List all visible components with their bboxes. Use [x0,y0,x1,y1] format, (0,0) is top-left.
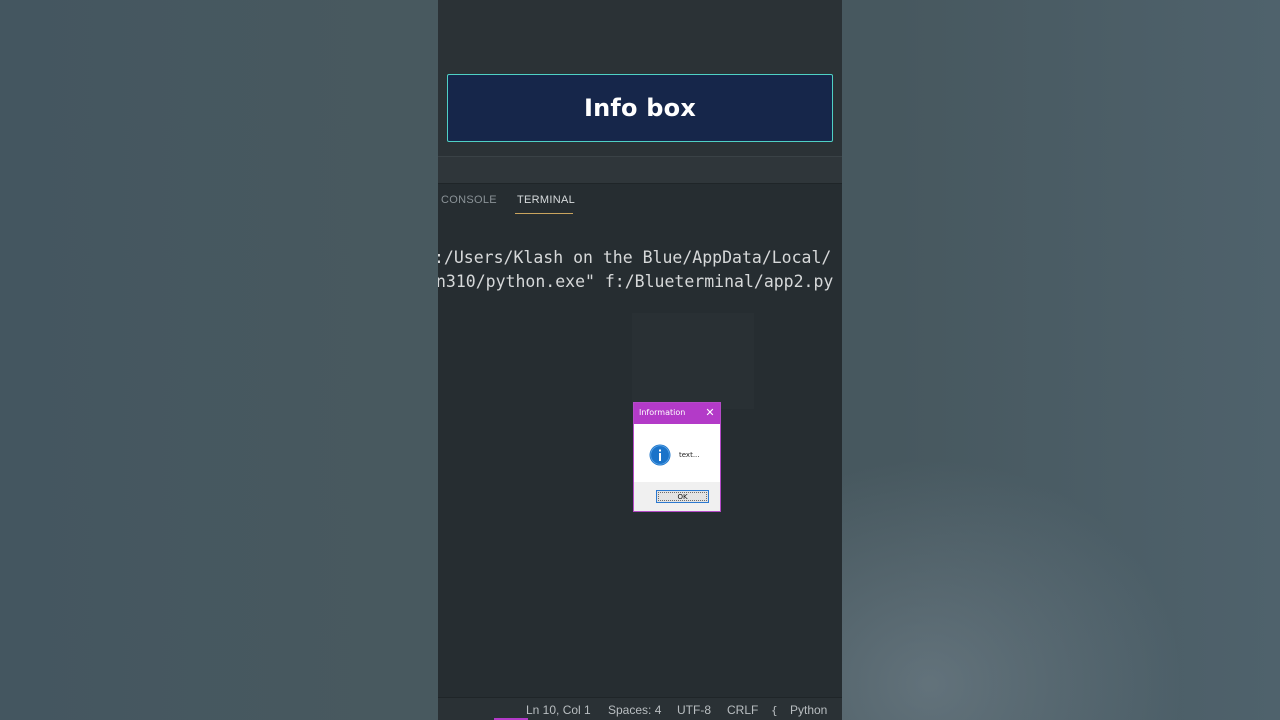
editor-window: Info box CONSOLE TERMINAL :/Users/Klash … [438,0,842,720]
info-icon [649,444,671,466]
background-glow [842,0,1280,720]
ok-button-label: OK [677,492,688,501]
close-icon[interactable]: ✕ [704,406,716,420]
status-indentation[interactable]: Spaces: 4 [608,703,661,717]
page-title: Info box [583,94,697,122]
status-bar: Ln 10, Col 1 Spaces: 4 UTF-8 CRLF { Pyth… [438,697,842,720]
status-cursor-position[interactable]: Ln 10, Col 1 [526,703,591,717]
dialog-message: text... [679,451,700,459]
status-encoding[interactable]: UTF-8 [677,703,711,717]
status-language[interactable]: Python [790,703,827,717]
info-dialog: Information ✕ text... OK [633,402,721,512]
ok-button[interactable]: OK [656,490,709,503]
dialog-shadow [632,313,754,409]
title-banner: Info box [447,74,833,142]
braces-icon[interactable]: { [771,704,778,717]
dialog-body: text... [634,424,720,482]
top-area: Info box [438,0,842,156]
editor-strip [438,156,842,184]
panel-tabs: CONSOLE TERMINAL [438,186,842,216]
dialog-footer: OK [634,482,720,511]
dialog-title: Information [639,408,686,417]
tab-console[interactable]: CONSOLE [441,194,497,206]
tab-terminal[interactable]: TERMINAL [517,194,575,206]
terminal-line: :/Users/Klash on the Blue/AppData/Local/ [438,248,832,267]
status-line-ending[interactable]: CRLF [727,703,758,717]
terminal-line: n310/python.exe" f:/Blueterminal/app2.py [438,272,834,291]
dialog-titlebar[interactable]: Information ✕ [634,403,720,424]
active-tab-indicator [515,213,573,214]
